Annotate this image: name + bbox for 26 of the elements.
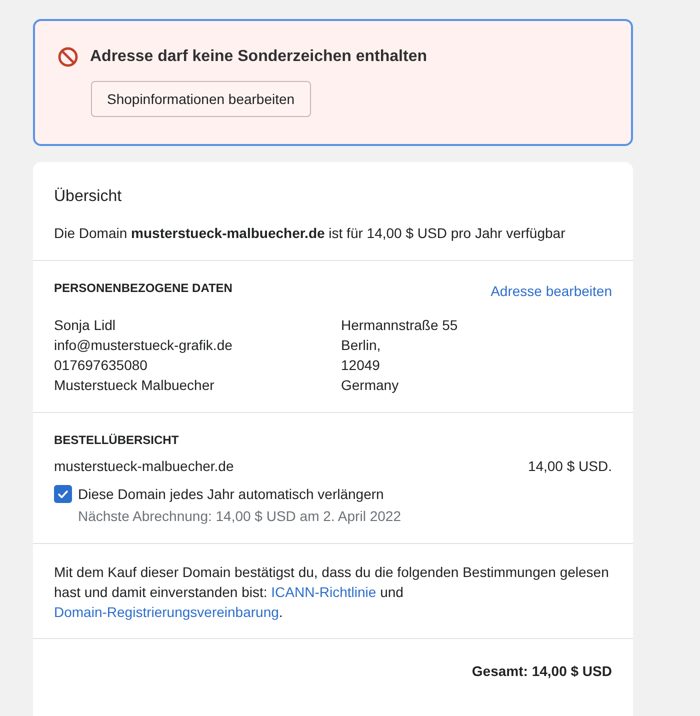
- prohibited-icon: [57, 46, 79, 68]
- contact-line: Musterstueck Malbuecher: [54, 376, 214, 395]
- error-message: Adresse darf keine Sonderzeichen enthalten: [90, 47, 427, 67]
- total-amount: Gesamt: 14,00 $ USD: [472, 662, 612, 681]
- contact-line: info@musterstueck-grafik.de: [54, 336, 232, 355]
- edit-address-link[interactable]: Adresse bearbeiten: [490, 281, 612, 302]
- domain-price: 14,00 $ USD.: [528, 457, 612, 476]
- auto-renew-checkbox[interactable]: [54, 485, 72, 503]
- address-line: 12049: [341, 356, 380, 375]
- contact-line: 017697635080: [54, 356, 148, 375]
- auto-renew-label: Diese Domain jedes Jahr automatisch verlängern: [78, 485, 385, 504]
- address-line: Germany: [341, 376, 399, 395]
- edit-shop-info-button[interactable]: Shopinformationen bearbeiten: [91, 81, 311, 117]
- address-line: Berlin,: [341, 336, 381, 355]
- next-billing-note: Nächste Abrechnung: 14,00 $ USD am 2. April 2022: [78, 507, 401, 526]
- terms-link[interactable]: Domain-Registrierungsvereinbarung: [54, 604, 279, 620]
- address-line: Hermannstraße 55: [341, 316, 458, 335]
- section-heading: BESTELLÜBERSICHT: [54, 432, 180, 449]
- section-title: Übersicht: [54, 186, 123, 207]
- terms-link[interactable]: ICANN-Richtlinie: [271, 584, 376, 600]
- checkmark-icon: [57, 488, 69, 500]
- contact-line: Sonja Lidl: [54, 316, 116, 335]
- availability-text: Die Domain musterstueck-malbuecher.de ist für 14,00 $ USD pro Jahr verfügbar: [54, 224, 566, 243]
- section-heading: PERSONENBEZOGENE DATEN: [54, 280, 232, 297]
- terms-text: Mit dem Kauf dieser Domain bestätigst du, dass du die folgenden Bestimmungen gelesen hast und damit einverstanden bist: ICANN-Richtlinie und Domain-Registrierungsvereinbarung.: [54, 563, 610, 622]
- domain-name: musterstueck-malbuecher.de: [54, 457, 234, 476]
